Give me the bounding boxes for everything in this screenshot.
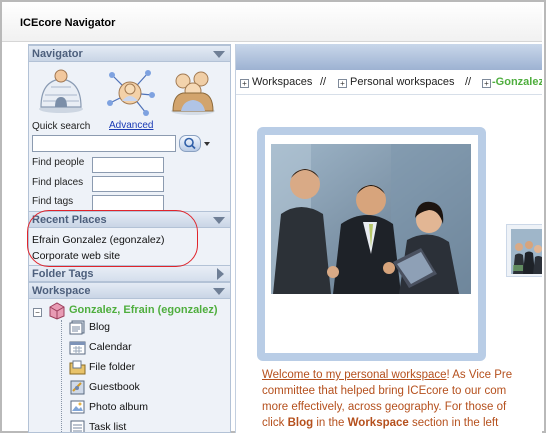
find-people-input[interactable]: [92, 157, 164, 173]
tree-item-label: Guestbook: [89, 381, 140, 393]
navigator-title: Navigator: [32, 48, 83, 60]
welcome-line-4: click Blog in the Workspace section in t…: [262, 415, 542, 431]
breadcrumb-item-personal-workspaces[interactable]: Personal workspaces: [350, 76, 455, 88]
find-tags-label: Find tags: [32, 196, 74, 207]
content-header-bar: [236, 44, 542, 70]
folder-tags-title: Folder Tags: [32, 268, 94, 280]
welcome-text-span: section in the left: [408, 417, 499, 429]
blog-icon: [69, 320, 85, 335]
workspace-title: Workspace: [32, 285, 91, 297]
welcome-text-span: more effectively, across geography. For …: [262, 401, 507, 413]
quick-search-button[interactable]: [179, 135, 201, 152]
tree-item-label: Photo album: [89, 401, 148, 413]
network-people-icon[interactable]: [104, 67, 156, 117]
title-bar: ICEcore Navigator: [2, 2, 542, 42]
collapse-arrow-icon[interactable]: [213, 217, 225, 224]
expand-arrow-icon[interactable]: [217, 268, 224, 280]
welcome-text-span: ! As Vice Pre: [446, 369, 513, 381]
tree-item-label: Task list: [89, 421, 127, 433]
guestbook-icon: [70, 380, 85, 395]
welcome-text-span: committee that helped bring ICEcore to o…: [262, 385, 507, 397]
find-places-label: Find places: [32, 177, 84, 188]
navigator-icons: [29, 63, 230, 123]
breadcrumb-expand-icon[interactable]: +: [338, 79, 347, 88]
collapse-arrow-icon[interactable]: [213, 51, 225, 58]
main-content: + Workspaces // + Personal workspaces //…: [235, 44, 542, 433]
file-folder-icon: [69, 360, 86, 375]
welcome-text-span: click: [262, 417, 288, 429]
welcome-line-2: committee that helped bring ICEcore to o…: [262, 383, 542, 399]
breadcrumb-expand-icon[interactable]: +: [240, 79, 249, 88]
tree-item-label: Calendar: [89, 341, 132, 353]
breadcrumb-item-current[interactable]: -Gonzalez: [492, 76, 542, 88]
welcome-link[interactable]: Welcome to my personal workspace: [262, 369, 447, 381]
navigator-header[interactable]: Navigator: [29, 45, 230, 62]
tree-connector-line: [61, 320, 62, 432]
photo-album-icon: [70, 400, 85, 414]
workspace-root-item[interactable]: Gonzalez, Efrain (egonzalez): [69, 304, 218, 316]
collapse-arrow-icon[interactable]: [213, 288, 225, 295]
breadcrumb-expand-icon[interactable]: +: [482, 79, 491, 88]
search-icon: [184, 137, 196, 150]
tree-item-label: File folder: [89, 361, 136, 373]
workspace-cube-icon: [49, 302, 65, 320]
search-options-dropdown-icon[interactable]: [204, 142, 210, 146]
welcome-bold-workspace: Workspace: [347, 417, 409, 429]
photo-thumbnail[interactable]: [506, 224, 542, 277]
advanced-search-link[interactable]: Advanced: [109, 120, 153, 131]
tree-collapse-toggle[interactable]: −: [33, 308, 42, 317]
business-people-photo: [271, 144, 471, 294]
welcome-bold-blog: Blog: [287, 417, 314, 429]
breadcrumb-current-label: Gonzalez: [495, 76, 542, 88]
breadcrumb-separator: //: [465, 76, 472, 88]
tree-item-label: Blog: [89, 321, 111, 333]
welcome-text-span: in the: [313, 417, 348, 429]
breadcrumb-item-workspaces[interactable]: Workspaces: [252, 76, 312, 88]
recent-places-highlight-annotation: [27, 210, 198, 267]
team-people-icon[interactable]: [167, 67, 219, 117]
welcome-line-3: more effectively, across geography. For …: [262, 399, 542, 415]
welcome-text: Welcome to my personal workspace! As Vic…: [262, 367, 542, 431]
window-title: ICEcore Navigator: [20, 17, 116, 29]
quick-search-input[interactable]: [32, 135, 176, 152]
calendar-icon: [69, 341, 86, 355]
task-list-icon: [70, 420, 85, 432]
breadcrumb: + Workspaces // + Personal workspaces //…: [236, 71, 542, 95]
welcome-line-1: Welcome to my personal workspace! As Vic…: [262, 367, 542, 383]
igloo-home-icon[interactable]: [35, 67, 87, 117]
find-people-label: Find people: [32, 157, 85, 168]
find-tags-input[interactable]: [92, 195, 164, 211]
workspace-header[interactable]: Workspace: [29, 282, 230, 299]
quick-search-label: Quick search: [32, 121, 91, 132]
people-thumbnail-image: [507, 225, 542, 276]
workspace-tree: − Gonzalez, Efrain (egonzalez) Blog Cale…: [29, 300, 230, 433]
folder-tags-header[interactable]: Folder Tags: [29, 265, 230, 282]
breadcrumb-separator: //: [320, 76, 327, 88]
find-places-input[interactable]: [92, 176, 164, 192]
